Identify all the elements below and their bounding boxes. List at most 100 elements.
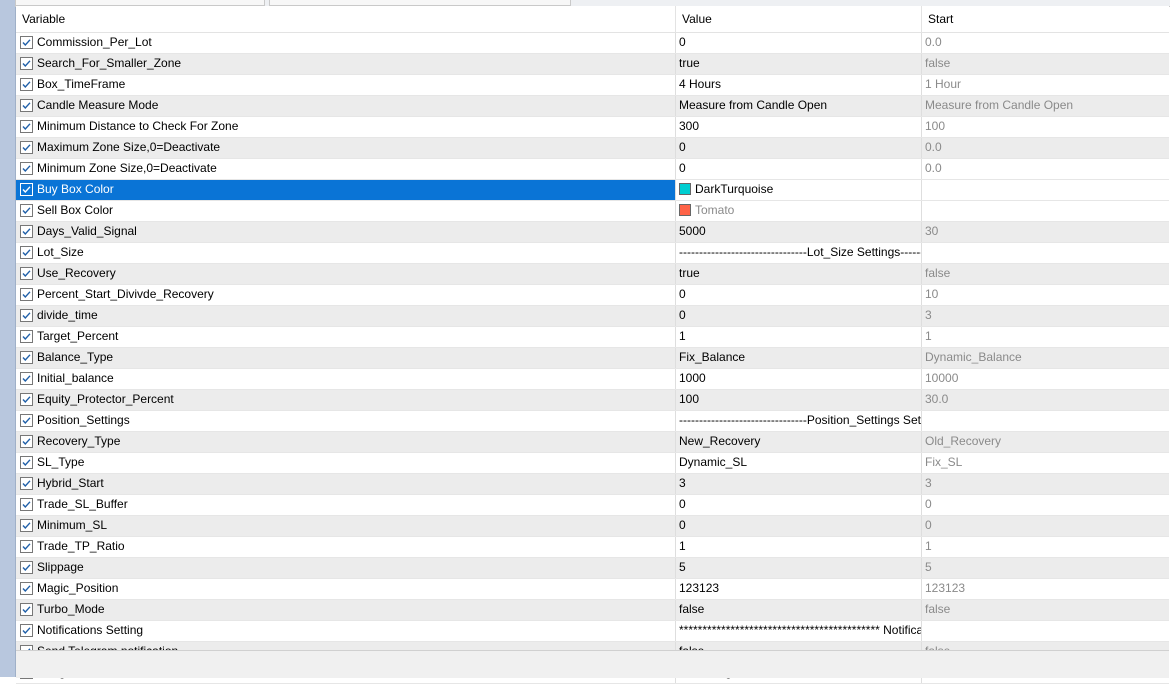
checkbox-icon[interactable] bbox=[20, 624, 33, 637]
value-cell[interactable]: --------------------------------Position… bbox=[675, 411, 921, 431]
value-cell[interactable]: 1 bbox=[675, 327, 921, 347]
variable-cell[interactable]: Minimum Zone Size,0=Deactivate bbox=[16, 159, 675, 179]
table-row[interactable]: Minimum_SL 0 0 bbox=[16, 516, 1169, 537]
value-cell[interactable]: Tomato bbox=[675, 201, 921, 221]
variable-cell[interactable]: Notifications Setting bbox=[16, 621, 675, 641]
table-row[interactable]: Box_TimeFrame 4 Hours 1 Hour bbox=[16, 75, 1169, 96]
variable-cell[interactable]: Recovery_Type bbox=[16, 432, 675, 452]
checkbox-icon[interactable] bbox=[20, 582, 33, 595]
checkbox-icon[interactable] bbox=[20, 225, 33, 238]
value-cell[interactable]: New_Recovery bbox=[675, 432, 921, 452]
variable-cell[interactable]: Lot_Size bbox=[16, 243, 675, 263]
variable-cell[interactable]: Turbo_Mode bbox=[16, 600, 675, 620]
value-cell[interactable]: ****************************************… bbox=[675, 621, 921, 641]
table-row[interactable]: Notifications Setting *******************… bbox=[16, 621, 1169, 642]
table-row[interactable]: Balance_Type Fix_Balance Dynamic_Balance bbox=[16, 348, 1169, 369]
checkbox-icon[interactable] bbox=[20, 435, 33, 448]
checkbox-icon[interactable] bbox=[20, 309, 33, 322]
table-row[interactable]: Maximum Zone Size,0=Deactivate 0 0.0 bbox=[16, 138, 1169, 159]
column-header-variable[interactable]: Variable bbox=[16, 6, 65, 32]
column-header-value[interactable]: Value bbox=[676, 6, 712, 32]
table-row[interactable]: Hybrid_Start 3 3 bbox=[16, 474, 1169, 495]
variable-cell[interactable]: Slippage bbox=[16, 558, 675, 578]
value-cell[interactable]: 0 bbox=[675, 285, 921, 305]
checkbox-icon[interactable] bbox=[20, 120, 33, 133]
checkbox-icon[interactable] bbox=[20, 267, 33, 280]
table-row[interactable]: Turbo_Mode false false bbox=[16, 600, 1169, 621]
checkbox-icon[interactable] bbox=[20, 57, 33, 70]
checkbox-icon[interactable] bbox=[20, 603, 33, 616]
checkbox-icon[interactable] bbox=[20, 78, 33, 91]
variable-cell[interactable]: Maximum Zone Size,0=Deactivate bbox=[16, 138, 675, 158]
value-cell[interactable]: 100 bbox=[675, 390, 921, 410]
table-row[interactable]: Trade_SL_Buffer 0 0 bbox=[16, 495, 1169, 516]
variable-cell[interactable]: Minimum Distance to Check For Zone bbox=[16, 117, 675, 137]
table-row[interactable]: Search_For_Smaller_Zone true false bbox=[16, 54, 1169, 75]
checkbox-icon[interactable] bbox=[20, 456, 33, 469]
table-row[interactable]: Minimum Zone Size,0=Deactivate 0 0.0 bbox=[16, 159, 1169, 180]
table-row[interactable]: Slippage 5 5 bbox=[16, 558, 1169, 579]
checkbox-icon[interactable] bbox=[20, 288, 33, 301]
variable-cell[interactable]: Trade_TP_Ratio bbox=[16, 537, 675, 557]
table-row[interactable]: divide_time 0 3 bbox=[16, 306, 1169, 327]
checkbox-icon[interactable] bbox=[20, 561, 33, 574]
table-row[interactable]: Initial_balance 1000 10000 bbox=[16, 369, 1169, 390]
variable-cell[interactable]: Search_For_Smaller_Zone bbox=[16, 54, 675, 74]
variable-cell[interactable]: Box_TimeFrame bbox=[16, 75, 675, 95]
checkbox-icon[interactable] bbox=[20, 519, 33, 532]
checkbox-icon[interactable] bbox=[20, 183, 33, 196]
value-cell[interactable]: 300 bbox=[675, 117, 921, 137]
table-row[interactable]: Candle Measure Mode Measure from Candle O… bbox=[16, 96, 1169, 117]
table-row[interactable]: Trade_TP_Ratio 1 1 bbox=[16, 537, 1169, 558]
column-header-start[interactable]: Start bbox=[922, 6, 953, 32]
table-row[interactable]: Lot_Size --------------------------------… bbox=[16, 243, 1169, 264]
variable-cell[interactable]: Balance_Type bbox=[16, 348, 675, 368]
value-cell[interactable]: 1 bbox=[675, 537, 921, 557]
value-cell[interactable]: Measure from Candle Open bbox=[675, 96, 921, 116]
value-cell[interactable]: 0 bbox=[675, 495, 921, 515]
table-row[interactable]: Magic_Position 123123 123123 bbox=[16, 579, 1169, 600]
variable-cell[interactable]: Buy Box Color bbox=[16, 180, 675, 200]
checkbox-icon[interactable] bbox=[20, 372, 33, 385]
variable-cell[interactable]: divide_time bbox=[16, 306, 675, 326]
checkbox-icon[interactable] bbox=[20, 99, 33, 112]
table-row[interactable]: Recovery_Type New_Recovery Old_Recovery bbox=[16, 432, 1169, 453]
checkbox-icon[interactable] bbox=[20, 477, 33, 490]
table-row[interactable]: Target_Percent 1 1 bbox=[16, 327, 1169, 348]
checkbox-icon[interactable] bbox=[20, 204, 33, 217]
table-row[interactable]: Days_Valid_Signal 5000 30 bbox=[16, 222, 1169, 243]
table-row[interactable]: Commission_Per_Lot 0 0.0 bbox=[16, 33, 1169, 54]
value-cell[interactable]: DarkTurquoise bbox=[675, 180, 921, 200]
value-cell[interactable]: 0 bbox=[675, 516, 921, 536]
value-cell[interactable]: 3 bbox=[675, 474, 921, 494]
variable-cell[interactable]: Use_Recovery bbox=[16, 264, 675, 284]
checkbox-icon[interactable] bbox=[20, 246, 33, 259]
checkbox-icon[interactable] bbox=[20, 141, 33, 154]
table-row[interactable]: Sell Box Color Tomato bbox=[16, 201, 1169, 222]
table-row[interactable]: Percent_Start_Divivde_Recovery 0 10 bbox=[16, 285, 1169, 306]
value-cell[interactable]: Dynamic_SL bbox=[675, 453, 921, 473]
table-row[interactable]: Buy Box Color DarkTurquoise bbox=[16, 180, 1169, 201]
checkbox-icon[interactable] bbox=[20, 540, 33, 553]
value-cell[interactable]: 1000 bbox=[675, 369, 921, 389]
value-cell[interactable]: Fix_Balance bbox=[675, 348, 921, 368]
value-cell[interactable]: 0 bbox=[675, 306, 921, 326]
value-cell[interactable]: true bbox=[675, 54, 921, 74]
variable-cell[interactable]: Days_Valid_Signal bbox=[16, 222, 675, 242]
value-cell[interactable]: 0 bbox=[675, 159, 921, 179]
variable-cell[interactable]: Candle Measure Mode bbox=[16, 96, 675, 116]
checkbox-icon[interactable] bbox=[20, 351, 33, 364]
checkbox-icon[interactable] bbox=[20, 36, 33, 49]
table-row[interactable]: Use_Recovery true false bbox=[16, 264, 1169, 285]
value-cell[interactable]: 0 bbox=[675, 138, 921, 158]
table-row[interactable]: Minimum Distance to Check For Zone 300 100 bbox=[16, 117, 1169, 138]
variable-cell[interactable]: Initial_balance bbox=[16, 369, 675, 389]
value-cell[interactable]: true bbox=[675, 264, 921, 284]
checkbox-icon[interactable] bbox=[20, 498, 33, 511]
variable-cell[interactable]: Magic_Position bbox=[16, 579, 675, 599]
value-cell[interactable]: 123123 bbox=[675, 579, 921, 599]
variable-cell[interactable]: Target_Percent bbox=[16, 327, 675, 347]
variable-cell[interactable]: Trade_SL_Buffer bbox=[16, 495, 675, 515]
value-cell[interactable]: 5 bbox=[675, 558, 921, 578]
table-row[interactable]: Position_Settings -----------------------… bbox=[16, 411, 1169, 432]
